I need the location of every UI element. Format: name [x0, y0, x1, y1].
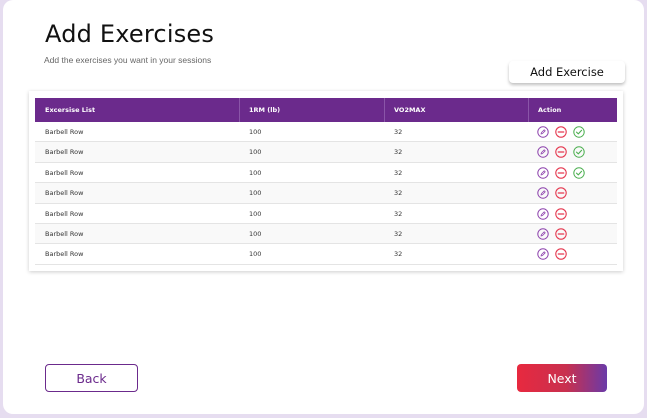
column-header-exercise: Excersise List [45, 106, 96, 114]
remove-icon[interactable] [555, 228, 567, 240]
back-button[interactable]: Back [45, 364, 138, 392]
row-actions [537, 126, 585, 138]
table-row: Barbell Row 100 32 [35, 142, 617, 163]
column-header-1rm: 1RM (lb) [249, 106, 281, 114]
next-button[interactable]: Next [517, 364, 607, 392]
exercise-table: Excersise List 1RM (lb) VO2MAX Action Ba… [29, 91, 623, 271]
row-actions [537, 248, 567, 261]
column-divider [528, 98, 529, 122]
table-header: Excersise List 1RM (lb) VO2MAX Action [35, 98, 617, 122]
column-divider [384, 98, 385, 122]
cell-exercise: Barbell Row [45, 128, 84, 136]
row-actions [537, 228, 567, 240]
edit-icon[interactable] [537, 146, 549, 159]
cell-1rm: 100 [249, 168, 262, 177]
edit-icon[interactable] [537, 207, 549, 220]
cell-vo2max: 32 [394, 148, 403, 157]
cell-exercise: Barbell Row [45, 148, 84, 157]
edit-icon[interactable] [537, 126, 549, 138]
cell-vo2max: 32 [394, 250, 403, 259]
remove-icon[interactable] [555, 126, 567, 138]
cell-1rm: 100 [249, 209, 262, 218]
table-row: Barbell Row 100 32 [35, 183, 617, 204]
edit-icon[interactable] [537, 167, 549, 179]
cell-1rm: 100 [249, 189, 262, 198]
table-row: Barbell Row 100 32 [35, 162, 617, 184]
cell-vo2max: 32 [394, 168, 403, 177]
check-icon[interactable] [573, 167, 585, 179]
table-row: Barbell Row 100 32 [35, 223, 617, 245]
cell-vo2max: 32 [394, 128, 403, 136]
cell-exercise: Barbell Row [45, 209, 84, 218]
cell-exercise: Barbell Row [45, 229, 84, 238]
edit-icon[interactable] [537, 248, 549, 261]
cell-vo2max: 32 [394, 189, 403, 198]
check-icon[interactable] [573, 146, 585, 159]
column-header-action: Action [538, 106, 562, 114]
add-exercise-button[interactable]: Add Exercise [509, 61, 625, 83]
row-actions [537, 167, 585, 179]
cell-1rm: 100 [249, 148, 262, 157]
cell-vo2max: 32 [394, 209, 403, 218]
column-divider [239, 98, 240, 122]
edit-icon[interactable] [537, 228, 549, 240]
cell-exercise: Barbell Row [45, 189, 84, 198]
page-subtitle: Add the exercises you want in your sessi… [44, 55, 212, 65]
table-row: Barbell Row 100 32 [35, 244, 617, 265]
cell-exercise: Barbell Row [45, 250, 84, 259]
table-body: Barbell Row 100 32 Barbell Row 100 32 Barbell … [35, 122, 617, 265]
cell-exercise: Barbell Row [45, 168, 84, 177]
remove-icon[interactable] [555, 167, 567, 179]
edit-icon[interactable] [537, 187, 549, 199]
page-title: Add Exercises [45, 20, 215, 48]
column-header-vo2max: VO2MAX [394, 106, 426, 114]
row-actions [537, 146, 585, 159]
cell-1rm: 100 [249, 250, 262, 259]
row-actions [537, 187, 567, 199]
cell-1rm: 100 [249, 128, 262, 136]
cell-vo2max: 32 [394, 229, 403, 238]
remove-icon[interactable] [555, 146, 567, 159]
remove-icon[interactable] [555, 207, 567, 220]
check-icon[interactable] [573, 126, 585, 138]
cell-1rm: 100 [249, 229, 262, 238]
table-row: Barbell Row 100 32 [35, 203, 617, 224]
remove-icon[interactable] [555, 248, 567, 261]
table-row: Barbell Row 100 32 [35, 122, 617, 143]
row-actions [537, 207, 567, 220]
remove-icon[interactable] [555, 187, 567, 199]
add-exercises-card: Add Exercises Add the exercises you want… [3, 0, 644, 414]
